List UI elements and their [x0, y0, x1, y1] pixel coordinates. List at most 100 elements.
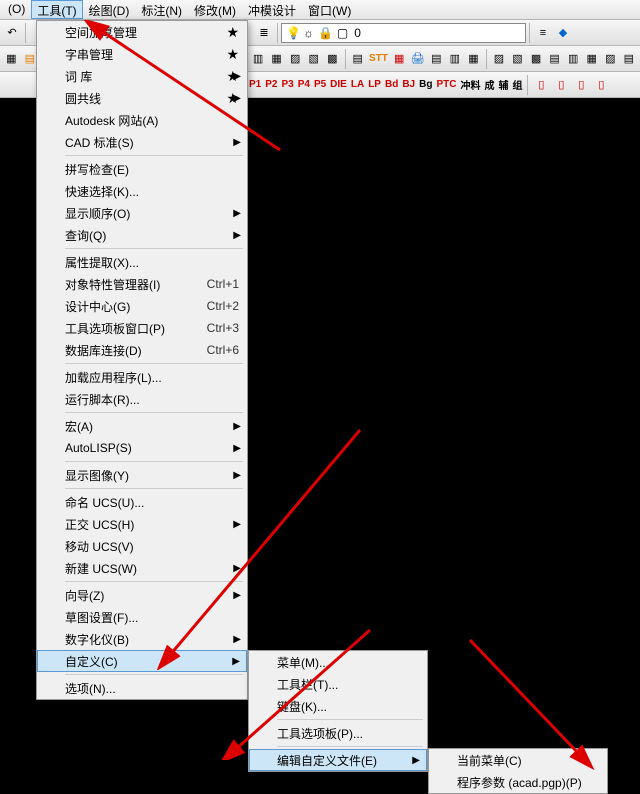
btn-p3[interactable]: P3 [279, 79, 295, 90]
menu-label: 圆共线 [65, 90, 101, 107]
stt-icon[interactable]: STT [367, 53, 390, 64]
btn-chong[interactable]: 冲料 [458, 77, 482, 92]
menu-tools[interactable]: 工具(T) [31, 0, 82, 19]
tools-menu-item-32[interactable]: 草图设置(F)... [37, 606, 247, 628]
tool-icon[interactable]: ▩ [324, 50, 341, 68]
tools-menu-item-8[interactable]: 快速选择(K)... [37, 180, 247, 202]
tool-icon[interactable]: ▧ [509, 50, 526, 68]
tools-menu-item-26[interactable]: 命名 UCS(U)... [37, 491, 247, 513]
menu-window[interactable]: 窗口(W) [302, 0, 357, 19]
customize-menu-item-4[interactable]: 工具选项板(P)... [249, 722, 427, 744]
tools-menu-item-7[interactable]: 拼写检查(E) [37, 158, 247, 180]
menu-label: 菜单(M)... [277, 654, 329, 671]
menu-die[interactable]: 冲模设计 [242, 0, 302, 19]
print-icon[interactable]: 🖨 [409, 50, 426, 68]
layer-selector[interactable]: 💡 ☼ 🔒 ▢ 0 [281, 23, 526, 43]
tools-menu-item-5[interactable]: CAD 标准(S)▶ [37, 131, 247, 153]
customize-submenu: 菜单(M)... 工具栏(T)...键盘(K)... 工具选项板(P)... 编辑自定… [248, 650, 428, 772]
tool-icon[interactable]: ▥ [565, 50, 582, 68]
tool-icon[interactable]: ▥ [447, 50, 464, 68]
tools-menu-item-31[interactable]: 向导(Z)▶ [37, 584, 247, 606]
tool-icon[interactable]: ▯ [572, 76, 590, 94]
menu-dimension[interactable]: 标注(N) [135, 0, 188, 19]
tool-icon[interactable]: ▦ [3, 50, 20, 68]
btn-cheng[interactable]: 成 [482, 77, 496, 92]
tools-menu-item-3[interactable]: 圆共线★▶ [37, 87, 247, 109]
customize-menu-item-1[interactable]: 工具栏(T)... [249, 673, 427, 695]
menu-modify[interactable]: 修改(M) [188, 0, 242, 19]
menu-label: 数据库连接(D) [65, 342, 142, 359]
btn-bd[interactable]: Bd [383, 79, 400, 90]
tool-icon[interactable]: ▦ [583, 50, 600, 68]
tool-icon[interactable]: ▥ [250, 50, 267, 68]
tools-menu-item-29[interactable]: 新建 UCS(W)▶ [37, 557, 247, 579]
tools-menu-item-36[interactable]: 选项(N)... [37, 677, 247, 699]
layers-icon[interactable]: ≣ [255, 24, 273, 42]
separator [486, 49, 487, 69]
btn-p2[interactable]: P2 [263, 79, 279, 90]
tools-menu-item-28[interactable]: 移动 UCS(V) [37, 535, 247, 557]
tools-menu-item-10[interactable]: 查询(Q)▶ [37, 224, 247, 246]
menu-separator [65, 248, 243, 249]
tools-menu-item-16[interactable]: 数据库连接(D) Ctrl+6 [37, 339, 247, 361]
tool-icon[interactable]: ▯ [552, 76, 570, 94]
tool-icon[interactable]: ▩ [528, 50, 545, 68]
shortcut: Ctrl+3 [207, 321, 239, 335]
tools-menu-item-1[interactable]: 字串管理★ [37, 43, 247, 65]
tools-menu-item-12[interactable]: 属性提取(X)... [37, 251, 247, 273]
tool-icon[interactable]: ▯ [532, 76, 550, 94]
tools-menu-item-34[interactable]: 自定义(C)▶ [37, 650, 247, 672]
btn-zu[interactable]: 组 [510, 77, 524, 92]
tool-icon[interactable]: ≡ [534, 24, 552, 42]
btn-p1[interactable]: P1 [247, 79, 263, 90]
menu-separator [65, 155, 243, 156]
btn-fu[interactable]: 辅 [496, 77, 510, 92]
btn-ptc[interactable]: PTC [434, 79, 458, 90]
btn-bj[interactable]: BJ [400, 79, 417, 90]
tools-menu-item-27[interactable]: 正交 UCS(H)▶ [37, 513, 247, 535]
tool-icon[interactable]: ▨ [491, 50, 508, 68]
btn-la[interactable]: LA [349, 79, 366, 90]
tools-menu-item-13[interactable]: 对象特性管理器(I)Ctrl+1 [37, 273, 247, 295]
tool-icon[interactable]: ▦ [391, 50, 408, 68]
tools-menu-item-4[interactable]: Autodesk 网站(A) [37, 109, 247, 131]
tool-icon[interactable]: ▦ [268, 50, 285, 68]
customize-menu-item-6[interactable]: 编辑自定义文件(E)▶ [249, 749, 427, 771]
btn-die[interactable]: DIE [328, 79, 349, 90]
tool-icon[interactable]: ▤ [621, 50, 638, 68]
menu-label: 词 库 [65, 68, 92, 85]
shortcut: Ctrl+6 [207, 343, 239, 357]
tools-menu-item-33[interactable]: 数字化仪(B)▶ [37, 628, 247, 650]
customize-menu-item-2[interactable]: 键盘(K)... [249, 695, 427, 717]
menu-separator [65, 461, 243, 462]
tools-menu-item-21[interactable]: 宏(A)▶ [37, 415, 247, 437]
tool-icon[interactable]: ▦ [465, 50, 482, 68]
customize-menu-item-0[interactable]: 菜单(M)... [249, 651, 427, 673]
editcustom-menu-item-0[interactable]: 当前菜单(C) [429, 749, 607, 771]
tool-icon[interactable]: ◆ [554, 24, 572, 42]
menu-o[interactable]: (O) [2, 0, 31, 19]
btn-lp[interactable]: LP [366, 79, 383, 90]
btn-p4[interactable]: P4 [296, 79, 312, 90]
editcustom-menu-item-1[interactable]: 程序参数 (acad.pgp)(P) [429, 771, 607, 793]
menu-draw[interactable]: 绘图(D) [83, 0, 136, 19]
tools-menu-item-0[interactable]: 空间加厚管理★ [37, 21, 247, 43]
tools-menu-item-19[interactable]: 运行脚本(R)... [37, 388, 247, 410]
undo-icon[interactable]: ↶ [3, 24, 21, 42]
tool-icon[interactable]: ▤ [546, 50, 563, 68]
tool-icon[interactable]: ▯ [592, 76, 610, 94]
tools-menu-item-22[interactable]: AutoLISP(S)▶ [37, 437, 247, 459]
tool-icon[interactable]: ▨ [287, 50, 304, 68]
tool-icon[interactable]: ▤ [428, 50, 445, 68]
btn-bg[interactable]: Bg [417, 79, 434, 90]
tools-menu-item-18[interactable]: 加载应用程序(L)... [37, 366, 247, 388]
tool-icon[interactable]: ▤ [349, 50, 366, 68]
tools-menu-item-2[interactable]: 词 库★▶ [37, 65, 247, 87]
tools-menu-item-15[interactable]: 工具选项板窗口(P)Ctrl+3 [37, 317, 247, 339]
tool-icon[interactable]: ▧ [305, 50, 322, 68]
tools-menu-item-9[interactable]: 显示顺序(O)▶ [37, 202, 247, 224]
tools-menu-item-24[interactable]: 显示图像(Y)▶ [37, 464, 247, 486]
tool-icon[interactable]: ▨ [602, 50, 619, 68]
tools-menu-item-14[interactable]: 设计中心(G)Ctrl+2 [37, 295, 247, 317]
btn-p5[interactable]: P5 [312, 79, 328, 90]
